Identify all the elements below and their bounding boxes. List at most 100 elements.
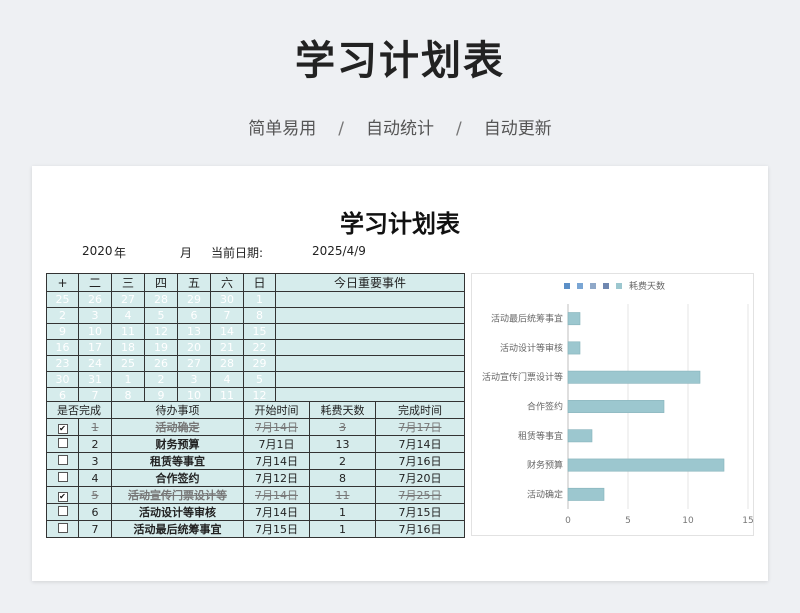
calendar-day-cell[interactable]: 16 [46,339,79,356]
checkbox-checked[interactable]: ✔ [57,423,68,434]
task-checkbox-cell: ✔ [46,486,79,504]
calendar-header-sun: 日 [243,273,276,292]
calendar-header-wed: 三 [111,273,145,292]
task-index: 1 [78,418,112,436]
legend-swatch [590,283,596,289]
task-index: 2 [78,435,112,453]
calendar-day-cell[interactable]: 19 [144,339,178,356]
task-index: 5 [78,486,112,504]
task-body: ✔ 1 活动确定 7月14日 3 7月17日 2 财务预算 7月1日 13 7月14日 3 租赁等事宜 7… [46,418,465,538]
legend-label: 耗费天数 [629,280,665,292]
event-cell[interactable] [275,323,465,340]
subtitle-separator: / [338,119,344,139]
calendar-day-cell[interactable]: 17 [78,339,112,356]
calendar-table: + 二 三 四 五 六 日 今日重要事件 25 26 27 28 29 30 1 2 3 4 5 6 7… [46,273,465,404]
calendar-day-cell[interactable]: 23 [46,355,79,372]
bar [567,312,581,326]
calendar-day-cell[interactable]: 6 [177,307,211,324]
calendar-day-cell[interactable]: 28 [210,355,244,372]
calendar-day-cell[interactable]: 29 [243,355,276,372]
task-name: 活动设计等审核 [111,503,244,521]
task-days: 2 [309,452,376,470]
checkbox-unchecked[interactable] [57,522,68,533]
task-start: 7月1日 [243,435,310,453]
calendar-day-cell[interactable]: 4 [210,371,244,388]
calendar-day-cell[interactable]: 10 [78,323,112,340]
calendar-day-cell[interactable]: 1 [243,291,276,308]
checkbox-unchecked[interactable] [57,437,68,448]
category-label: 活动最后统筹事宜 [491,313,563,325]
calendar-day-cell[interactable]: 1 [111,371,145,388]
calendar-day-cell[interactable]: 27 [177,355,211,372]
task-checkbox-cell [46,520,79,538]
calendar-day-cell[interactable]: 25 [111,355,145,372]
task-name: 合作签约 [111,469,244,487]
task-name: 活动最后统筹事宜 [111,520,244,538]
calendar-day-cell[interactable]: 25 [46,291,79,308]
category-label: 活动宣传门票设计等 [482,371,563,383]
task-end: 7月15日 [375,503,465,521]
calendar-day-cell[interactable]: 15 [243,323,276,340]
calendar-day-cell[interactable]: 27 [111,291,145,308]
year-value[interactable]: 2020 [82,244,113,258]
task-row: 4 合作签约 7月12日 8 7月20日 [46,469,465,487]
task-row: 2 财务预算 7月1日 13 7月14日 [46,435,465,453]
calendar-day-cell[interactable]: 3 [78,307,112,324]
calendar-day-cell[interactable]: 14 [210,323,244,340]
calendar-day-cell[interactable]: 30 [210,291,244,308]
task-header-name: 待办事项 [111,401,244,419]
checkbox-unchecked[interactable] [57,471,68,482]
calendar-day-cell[interactable]: 4 [111,307,145,324]
calendar-day-cell[interactable]: 7 [210,307,244,324]
calendar-day-cell[interactable]: 29 [177,291,211,308]
calendar-day-cell[interactable]: 2 [46,307,79,324]
calendar-day-cell[interactable]: 5 [144,307,178,324]
checkbox-unchecked[interactable] [57,454,68,465]
task-index: 7 [78,520,112,538]
calendar-day-cell[interactable]: 30 [46,371,79,388]
task-name: 财务预算 [111,435,244,453]
subtitle-item-2: 自动统计 [366,119,434,139]
checkbox-checked[interactable]: ✔ [57,491,68,502]
calendar-day-cell[interactable]: 21 [210,339,244,356]
task-row: 6 活动设计等审核 7月14日 1 7月15日 [46,503,465,521]
task-checkbox-cell [46,435,79,453]
calendar-day-cell[interactable]: 13 [177,323,211,340]
calendar-day-cell[interactable]: 11 [111,323,145,340]
calendar-day-cell[interactable]: 18 [111,339,145,356]
task-header-end: 完成时间 [375,401,465,419]
calendar-day-cell[interactable]: 22 [243,339,276,356]
x-tick-label: 5 [625,516,631,526]
calendar-day-cell[interactable]: 3 [177,371,211,388]
task-header-done: 是否完成 [46,401,112,419]
task-start: 7月15日 [243,520,310,538]
calendar-day-cell[interactable]: 28 [144,291,178,308]
task-days: 11 [309,486,376,504]
task-start: 7月14日 [243,486,310,504]
calendar-day-cell[interactable]: 26 [78,291,112,308]
calendar-day-cell[interactable]: 9 [46,323,79,340]
event-cell[interactable] [275,355,465,372]
task-end: 7月16日 [375,452,465,470]
legend-swatch [603,283,609,289]
task-row: ✔ 1 活动确定 7月14日 3 7月17日 [46,418,465,436]
task-days: 1 [309,503,376,521]
task-header-start: 开始时间 [243,401,310,419]
calendar-day-cell[interactable]: 31 [78,371,112,388]
event-cell[interactable] [275,307,465,324]
task-row: 3 租赁等事宜 7月14日 2 7月16日 [46,452,465,470]
calendar-day-cell[interactable]: 8 [243,307,276,324]
calendar-day-cell[interactable]: 24 [78,355,112,372]
event-cell[interactable] [275,371,465,388]
calendar-day-cell[interactable]: 26 [144,355,178,372]
checkbox-unchecked[interactable] [57,505,68,516]
calendar-day-cell[interactable]: 2 [144,371,178,388]
sheet-title: 学习计划表 [340,210,460,238]
calendar-day-cell[interactable]: 20 [177,339,211,356]
task-row: 7 活动最后统筹事宜 7月15日 1 7月16日 [46,520,465,538]
calendar-day-cell[interactable]: 5 [243,371,276,388]
event-cell[interactable] [275,291,465,308]
event-cell[interactable] [275,339,465,356]
calendar-body: 25 26 27 28 29 30 1 2 3 4 5 6 7 8 9 10 11 12 13 14 15 16 17 18 1… [46,291,465,404]
calendar-day-cell[interactable]: 12 [144,323,178,340]
